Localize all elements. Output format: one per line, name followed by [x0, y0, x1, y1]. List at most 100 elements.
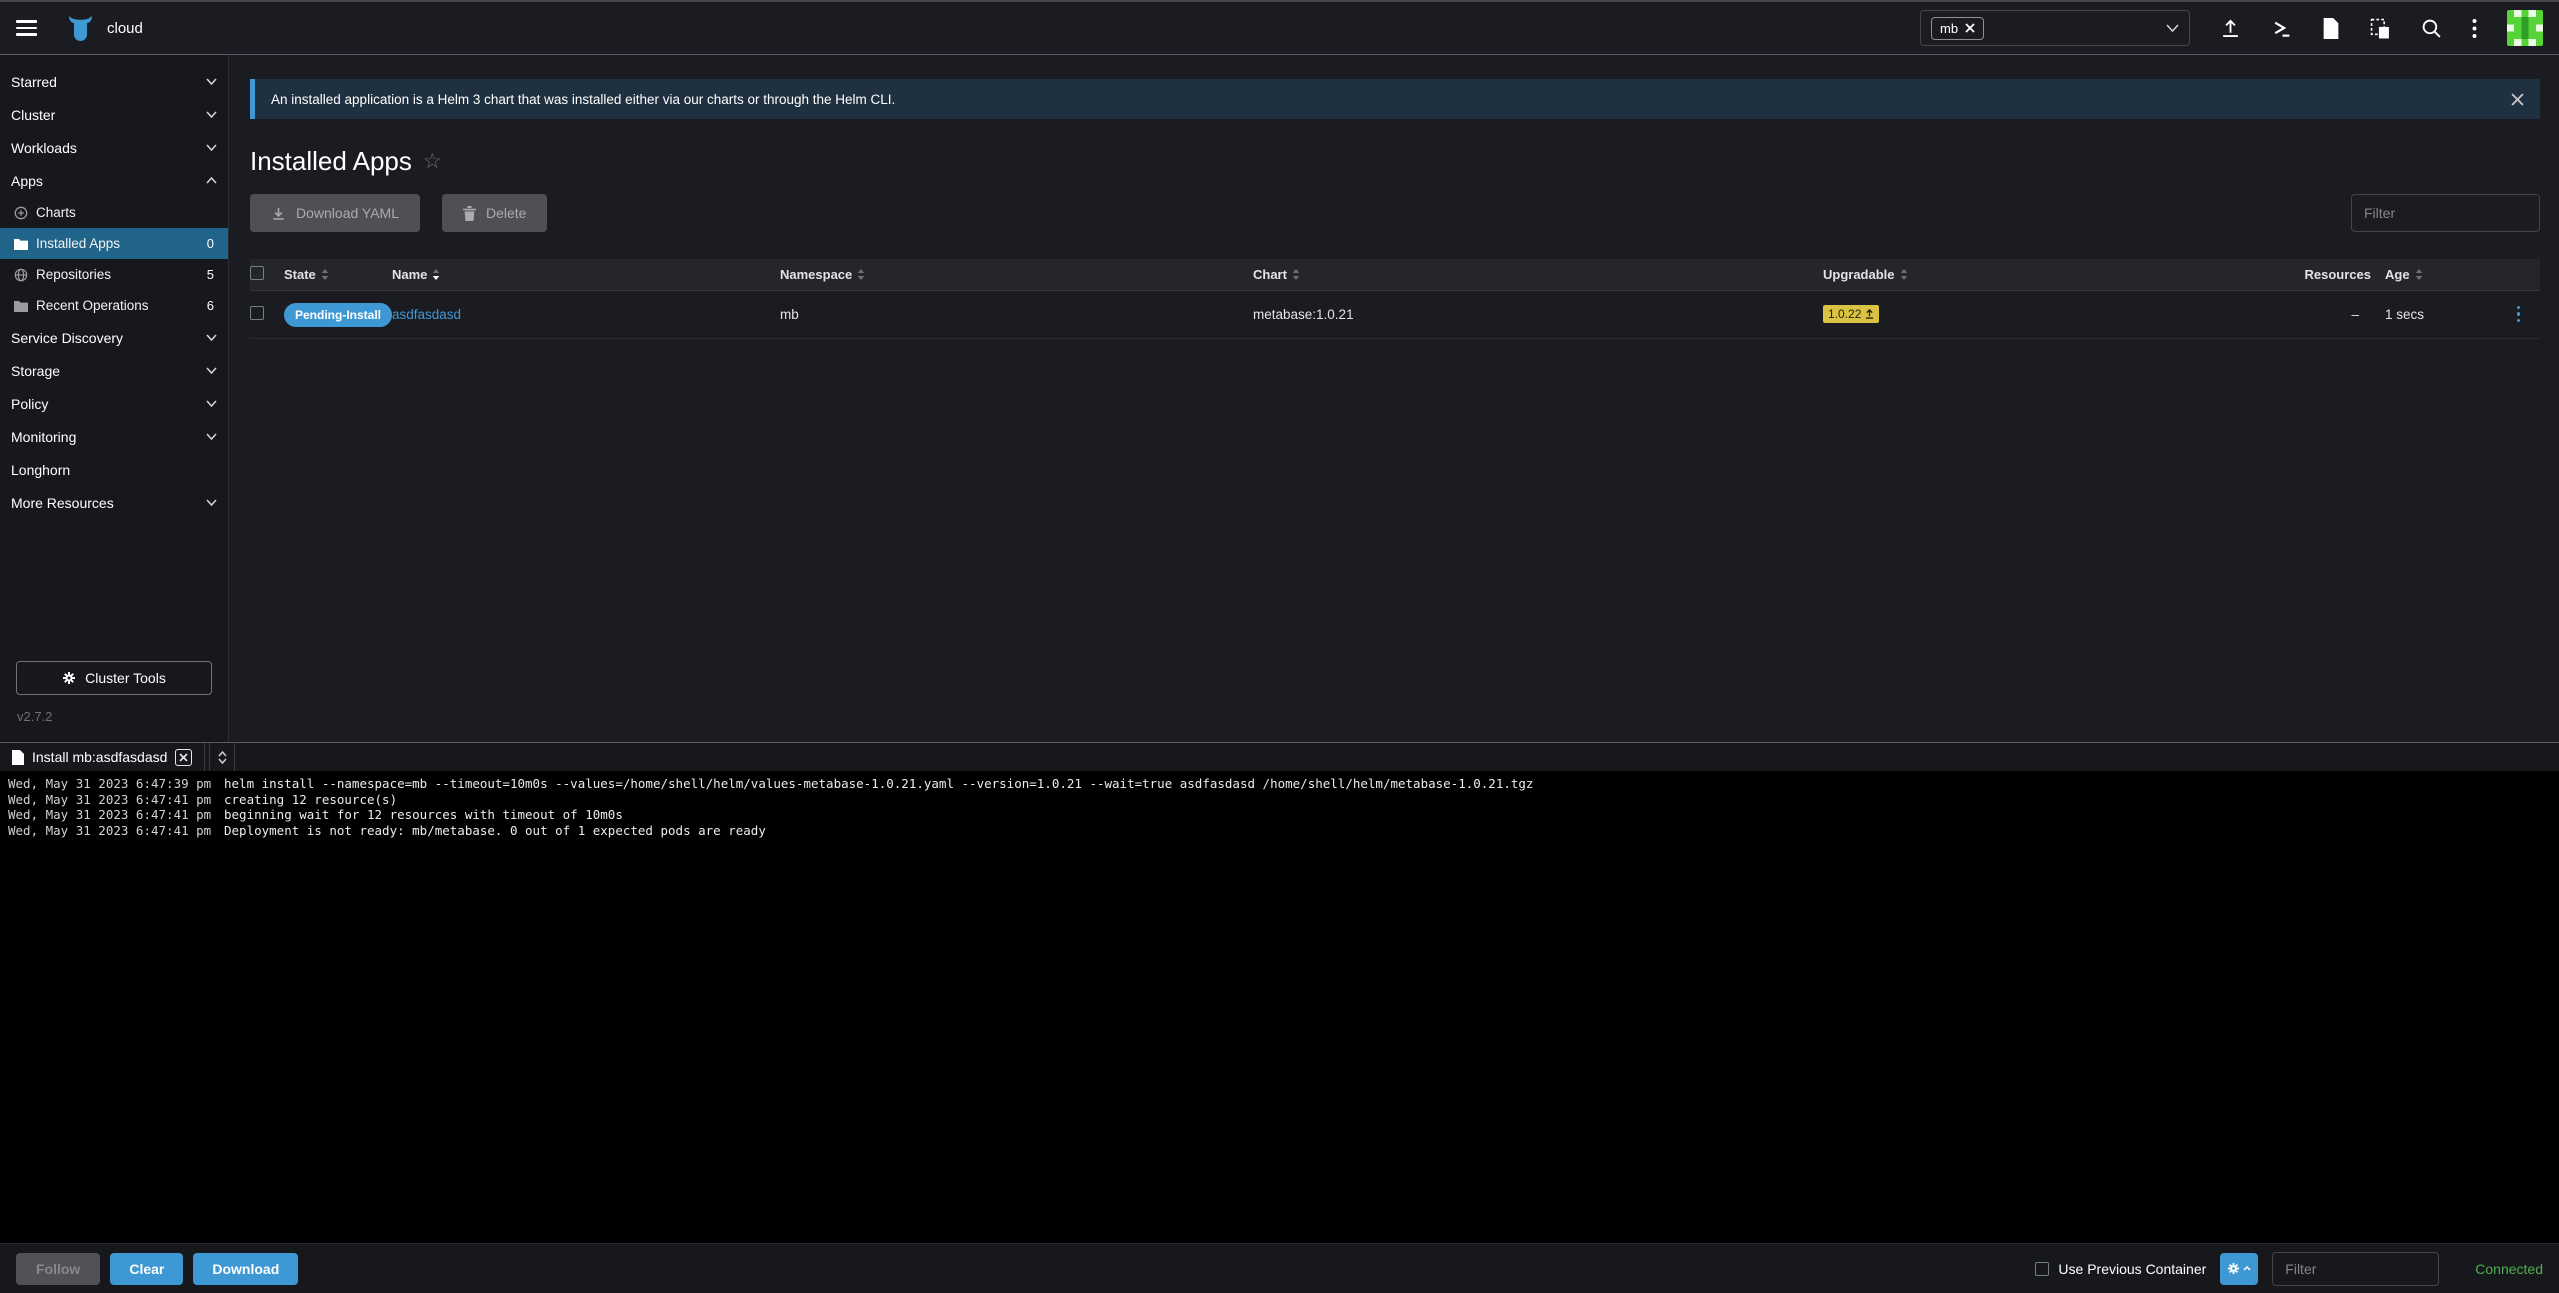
sidebar: Starred Cluster Workloads Apps Charts In… — [0, 55, 229, 742]
info-banner: An installed application is a Helm 3 cha… — [250, 79, 2540, 119]
sidebar-item-label: Monitoring — [11, 429, 76, 445]
sidebar-item-starred[interactable]: Starred — [0, 65, 228, 98]
clear-button[interactable]: Clear — [110, 1253, 183, 1285]
charts-icon — [14, 206, 28, 220]
column-header-chart[interactable]: Chart — [1253, 259, 1823, 290]
download-log-button[interactable]: Download — [193, 1253, 298, 1285]
follow-button[interactable]: Follow — [16, 1253, 100, 1285]
sidebar-item-apps[interactable]: Apps — [0, 164, 228, 197]
log-line: Wed, May 31 2023 6:47:41 pmbeginning wai… — [8, 807, 2551, 823]
delete-button[interactable]: Delete — [442, 194, 547, 232]
use-previous-container-option[interactable]: Use Previous Container — [2035, 1261, 2206, 1277]
resources-cell: – — [2351, 307, 2359, 322]
chevron-down-icon — [206, 334, 217, 341]
sidebar-item-workloads[interactable]: Workloads — [0, 131, 228, 164]
table-row: Pending-Install asdfasdasd mb metabase:1… — [250, 290, 2540, 338]
sidebar-item-label: Apps — [11, 173, 43, 189]
download-icon — [271, 206, 286, 221]
column-header-state[interactable]: State — [284, 259, 392, 290]
upload-icon[interactable] — [2220, 18, 2241, 39]
kubectl-shell-icon[interactable] — [2271, 18, 2292, 39]
search-icon[interactable] — [2421, 18, 2442, 39]
age-cell: 1 secs — [2385, 307, 2424, 322]
sidebar-item-label: Policy — [11, 396, 48, 412]
sort-icon-active — [432, 268, 440, 281]
sidebar-item-cluster[interactable]: Cluster — [0, 98, 228, 131]
download-yaml-button[interactable]: Download YAML — [250, 194, 420, 232]
sidebar-item-label: Repositories — [36, 267, 111, 282]
log-line: Wed, May 31 2023 6:47:41 pmcreating 12 r… — [8, 792, 2551, 808]
sidebar-item-more-resources[interactable]: More Resources — [0, 486, 228, 519]
row-checkbox[interactable] — [250, 306, 264, 320]
favorite-star-icon[interactable]: ☆ — [423, 151, 442, 172]
log-toolbar: Follow Clear Download Use Previous Conta… — [0, 1243, 2559, 1293]
status-badge: Pending-Install — [284, 303, 392, 327]
sidebar-item-repositories[interactable]: Repositories 5 — [0, 259, 228, 290]
menu-icon[interactable] — [16, 20, 37, 36]
tab-close-icon[interactable] — [175, 749, 192, 766]
column-header-resources: Resources — [2293, 259, 2385, 290]
rancher-logo-icon[interactable] — [67, 16, 94, 41]
delete-label: Delete — [486, 205, 526, 221]
chevron-down-icon — [2166, 24, 2179, 32]
upgrade-version-badge[interactable]: 1.0.22 — [1823, 305, 1879, 323]
sidebar-item-label: Cluster — [11, 107, 55, 123]
app-name-link[interactable]: asdfasdasd — [392, 307, 461, 322]
chevron-up-icon — [206, 177, 217, 184]
row-actions-menu-icon[interactable] — [2497, 306, 2540, 323]
import-yaml-icon[interactable] — [2370, 18, 2391, 39]
sort-icon — [857, 268, 865, 281]
sidebar-item-service-discovery[interactable]: Service Discovery — [0, 321, 228, 354]
info-banner-text: An installed application is a Helm 3 cha… — [271, 92, 895, 107]
sort-icon — [2415, 268, 2423, 281]
column-header-age[interactable]: Age — [2385, 259, 2497, 290]
gear-icon — [62, 671, 76, 685]
sidebar-item-longhorn[interactable]: Longhorn — [0, 453, 228, 486]
sidebar-item-label: Service Discovery — [11, 330, 123, 346]
column-header-upgradable[interactable]: Upgradable — [1823, 259, 2293, 290]
use-previous-container-checkbox[interactable] — [2035, 1262, 2049, 1276]
banner-close-icon[interactable] — [2511, 93, 2524, 106]
sidebar-item-charts[interactable]: Charts — [0, 197, 228, 228]
sidebar-item-label: Workloads — [11, 140, 77, 156]
trash-icon — [463, 206, 476, 221]
sort-icon — [1292, 268, 1300, 281]
download-yaml-label: Download YAML — [296, 205, 399, 221]
gear-icon — [2227, 1262, 2240, 1275]
page-title: Installed Apps — [250, 146, 412, 177]
cluster-tools-label: Cluster Tools — [85, 670, 166, 686]
resource-search-select[interactable]: mb — [1920, 10, 2190, 46]
main-content: An installed application is a Helm 3 cha… — [229, 55, 2559, 742]
table-filter-input[interactable] — [2351, 194, 2540, 232]
sidebar-item-recent-operations[interactable]: Recent Operations 6 — [0, 290, 228, 321]
version-label: v2.7.2 — [17, 709, 212, 724]
product-name: cloud — [107, 20, 143, 37]
column-header-name[interactable]: Name — [392, 259, 780, 290]
select-all-checkbox[interactable] — [250, 266, 264, 280]
sidebar-item-monitoring[interactable]: Monitoring — [0, 420, 228, 453]
chevron-down-icon — [206, 367, 217, 374]
search-filter-tag[interactable]: mb — [1931, 17, 1984, 40]
log-line: Wed, May 31 2023 6:47:39 pmhelm install … — [8, 776, 2551, 792]
file-icon[interactable] — [2322, 18, 2340, 39]
chevron-down-icon — [206, 78, 217, 85]
log-settings-button[interactable] — [2220, 1253, 2258, 1285]
count-badge: 0 — [207, 236, 214, 251]
installed-apps-table: State Name Namespace Chart Upgradable Re… — [250, 259, 2540, 339]
log-output[interactable]: Wed, May 31 2023 6:47:39 pmhelm install … — [0, 771, 2559, 1243]
log-filter-input[interactable] — [2272, 1252, 2439, 1286]
tab-install-log[interactable]: Install mb:asdfasdasd — [0, 743, 205, 771]
overflow-menu-icon[interactable] — [2472, 18, 2477, 39]
sort-icon — [1900, 268, 1908, 281]
table-header-row: State Name Namespace Chart Upgradable Re… — [250, 259, 2540, 290]
search-filter-tag-label: mb — [1940, 21, 1958, 36]
clear-tag-icon[interactable] — [1965, 23, 1975, 33]
chevron-up-icon — [2243, 1266, 2251, 1271]
column-header-namespace[interactable]: Namespace — [780, 259, 1253, 290]
avatar[interactable] — [2507, 10, 2543, 46]
sidebar-item-installed-apps[interactable]: Installed Apps 0 — [0, 228, 228, 259]
cluster-tools-button[interactable]: Cluster Tools — [16, 661, 212, 695]
sidebar-item-storage[interactable]: Storage — [0, 354, 228, 387]
sidebar-item-policy[interactable]: Policy — [0, 387, 228, 420]
panel-resize-toggle[interactable] — [209, 743, 235, 771]
